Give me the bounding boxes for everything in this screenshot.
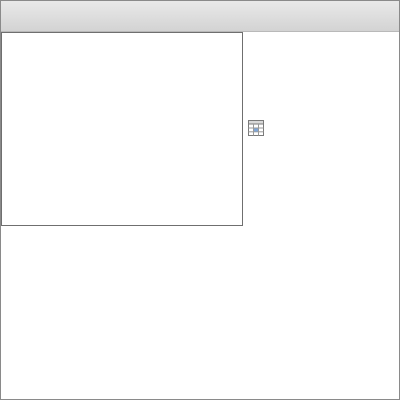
calendar-icon: [247, 119, 265, 137]
content-panel: [1, 32, 243, 226]
app-window: [0, 0, 400, 400]
calendar-button[interactable]: [247, 119, 265, 137]
title-bar[interactable]: [1, 1, 399, 32]
